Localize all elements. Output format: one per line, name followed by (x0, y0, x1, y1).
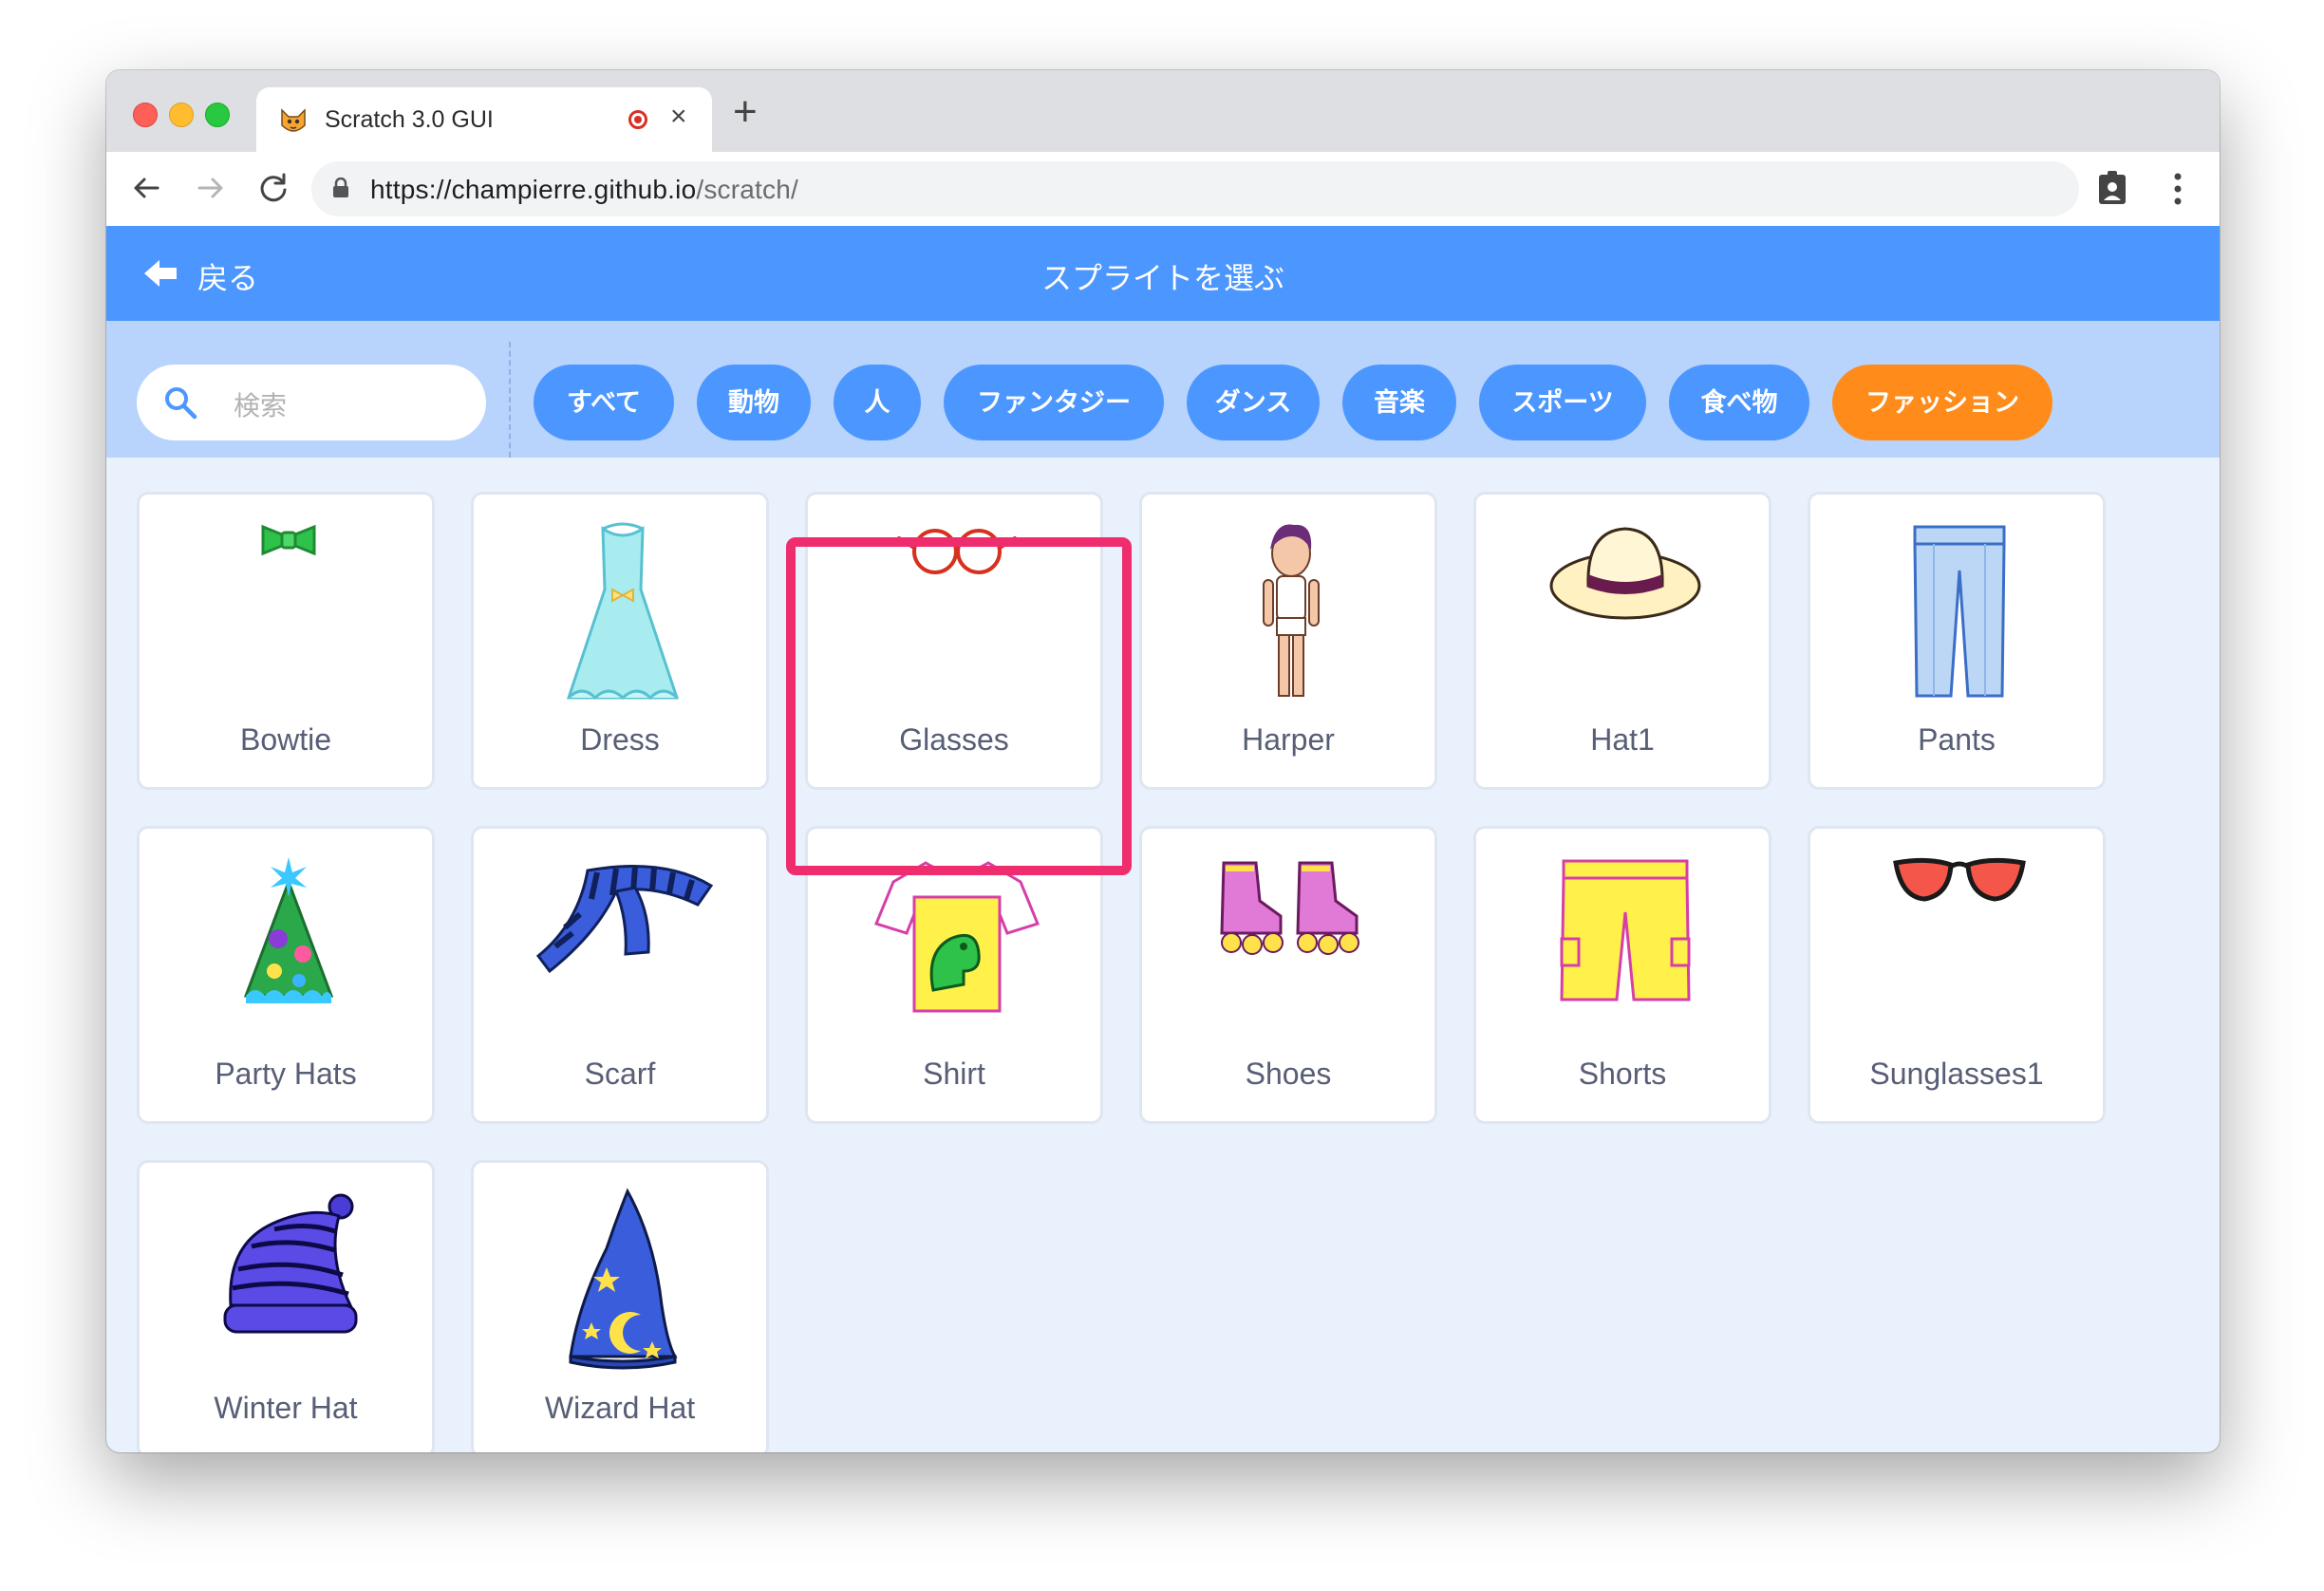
minimize-window-button[interactable] (169, 103, 194, 127)
sprite-name: Wizard Hat (544, 1391, 696, 1425)
sprite-card-bowtie[interactable]: Bowtie (137, 492, 435, 790)
shirt-icon (873, 861, 1040, 1013)
filter-bar: 検索 すべて 動物 人 ファンタジー ダンス 音楽 スポーツ 食べ物 ファッショ… (106, 321, 2220, 458)
sprite-card-shoes[interactable]: Shoes (1139, 826, 1437, 1124)
sprite-name: Pants (1918, 722, 1996, 757)
search-placeholder: 検索 (234, 391, 288, 421)
sprite-grid: Bowtie Dress Glasses Harper Hat1 Pants P… (106, 458, 2220, 1452)
dress-icon (566, 522, 680, 701)
sprite-card-wizard-hat[interactable]: Wizard Hat (471, 1160, 769, 1452)
sprite-card-pants[interactable]: Pants (1808, 492, 2106, 790)
recording-indicator-icon (628, 110, 647, 129)
browser-window: Scratch 3.0 GUI × + https://champierre.g… (106, 70, 2220, 1452)
url-text: https://champierre.github.io/scratch/ (370, 175, 798, 205)
scarf-icon (535, 865, 714, 974)
browser-titlebar: Scratch 3.0 GUI × + (106, 70, 2220, 152)
sprite-name: Party Hats (215, 1057, 357, 1091)
library-header: 戻る スプライトを選ぶ (106, 226, 2220, 321)
sprite-card-scarf[interactable]: Scarf (471, 826, 769, 1124)
winter-hat-icon (223, 1193, 358, 1334)
sprite-name: Harper (1242, 722, 1335, 757)
close-tab-icon[interactable]: × (670, 103, 687, 131)
pants-icon (1913, 525, 2006, 698)
tag-dance[interactable]: ダンス (1187, 365, 1320, 440)
sprite-name: Shirt (923, 1057, 985, 1091)
tag-people[interactable]: 人 (834, 365, 921, 440)
sprite-name: Hat1 (1590, 722, 1655, 757)
sprite-name: Shoes (1245, 1057, 1332, 1091)
harper-icon (1263, 524, 1320, 697)
tag-fashion[interactable]: ファッション (1832, 365, 2052, 440)
url-path: /scratch/ (696, 175, 798, 204)
tab-title: Scratch 3.0 GUI (325, 106, 494, 133)
forward-arrow-icon[interactable] (192, 169, 230, 207)
sprite-card-hat1[interactable]: Hat1 (1473, 492, 1771, 790)
search-icon (165, 387, 197, 420)
shorts-icon (1560, 859, 1691, 1001)
tag-food[interactable]: 食べ物 (1669, 365, 1809, 440)
more-menu-icon[interactable] (2172, 171, 2183, 207)
reload-icon[interactable] (254, 169, 292, 207)
sprite-card-dress[interactable]: Dress (471, 492, 769, 790)
search-input[interactable]: 検索 (137, 365, 486, 440)
url-host: https://champierre.github.io (370, 175, 697, 204)
new-tab-button[interactable]: + (733, 91, 758, 133)
filter-divider (509, 342, 511, 458)
scratch-cat-icon (281, 108, 306, 132)
tag-sports[interactable]: スポーツ (1479, 365, 1646, 440)
tag-fantasy[interactable]: ファンタジー (944, 365, 1164, 440)
tag-all[interactable]: すべて (534, 365, 674, 440)
address-bar[interactable]: https://champierre.github.io/scratch/ (311, 161, 2079, 216)
profile-badge-icon[interactable] (2098, 171, 2127, 205)
sprite-name: Sunglasses1 (1869, 1057, 2044, 1091)
sprite-card-glasses[interactable]: Glasses (805, 492, 1103, 790)
sprite-name: Shorts (1578, 1057, 1667, 1091)
sprite-name: Winter Hat (214, 1391, 358, 1425)
sprite-card-shirt[interactable]: Shirt (805, 826, 1103, 1124)
sprite-name: Glasses (899, 722, 1009, 757)
tag-music[interactable]: 音楽 (1342, 365, 1456, 440)
sprite-name: Bowtie (239, 722, 332, 757)
page-title: スプライトを選ぶ (1040, 261, 1284, 295)
sprite-card-shorts[interactable]: Shorts (1473, 826, 1771, 1124)
hat-icon (1549, 527, 1701, 620)
sprite-name: Scarf (584, 1057, 656, 1091)
sprite-card-winter-hat[interactable]: Winter Hat (137, 1160, 435, 1452)
sprite-card-sunglasses1[interactable]: Sunglasses1 (1808, 826, 2106, 1124)
zoom-window-button[interactable] (205, 103, 230, 127)
glasses-icon (897, 529, 1017, 574)
tag-animals[interactable]: 動物 (697, 365, 811, 440)
back-arrow-icon[interactable] (127, 169, 165, 207)
close-window-button[interactable] (133, 103, 158, 127)
shoes-icon (1220, 861, 1359, 955)
sprite-name: Dress (580, 722, 660, 757)
bowtie-icon (261, 524, 316, 556)
lock-icon (333, 178, 348, 197)
wizard-hat-icon (569, 1188, 678, 1370)
sprite-card-harper[interactable]: Harper (1139, 492, 1437, 790)
browser-tab[interactable]: Scratch 3.0 GUI × (256, 87, 712, 152)
browser-toolbar: https://champierre.github.io/scratch/ (106, 152, 2220, 227)
sunglasses-icon (1893, 857, 2026, 902)
party-hat-icon (243, 857, 334, 1003)
sprite-card-party-hats[interactable]: Party Hats (137, 826, 435, 1124)
